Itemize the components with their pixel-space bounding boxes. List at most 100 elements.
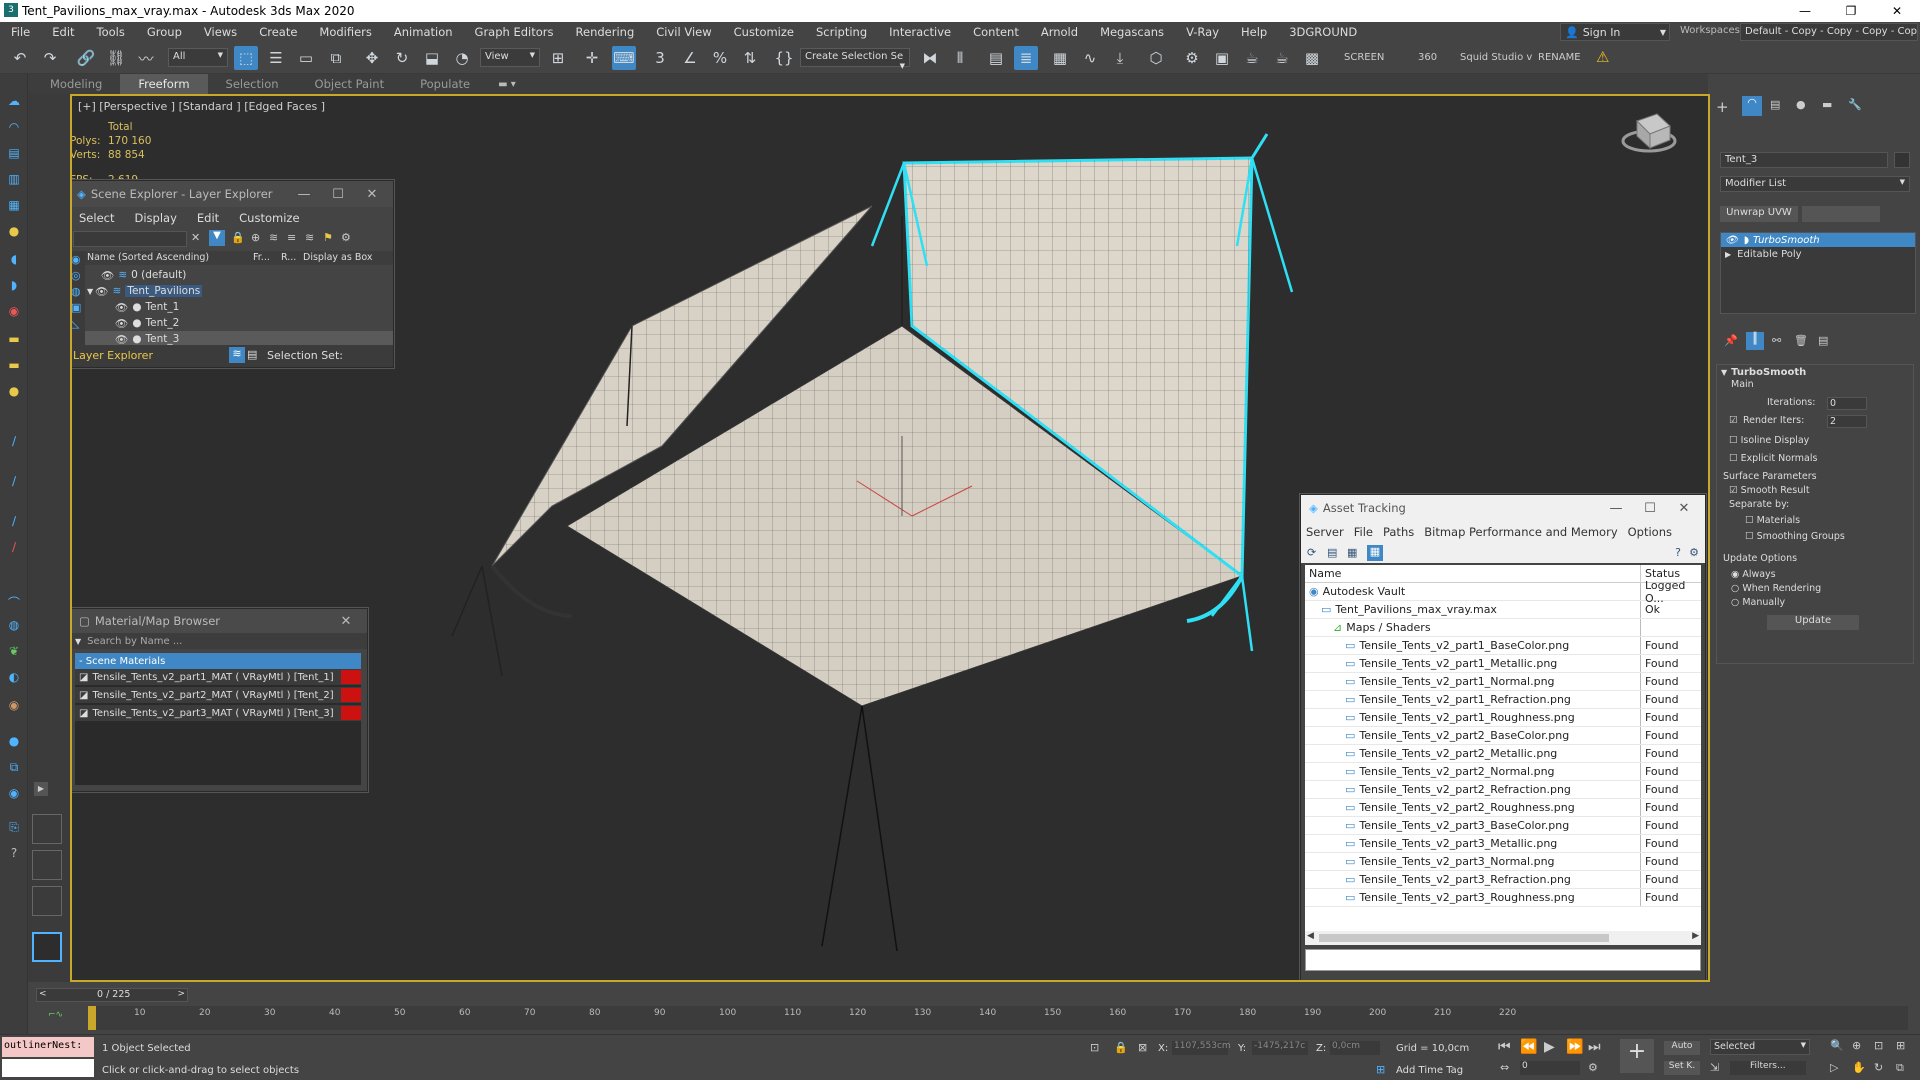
scene-explorer-header[interactable]: ◈ Scene Explorer - Layer Explorer — ☐ ✕ (72, 181, 393, 207)
layout-tab-2[interactable] (32, 850, 62, 880)
asset-path-field[interactable] (1305, 949, 1701, 971)
time-slider-next-icon[interactable]: > (177, 989, 185, 999)
select-object-icon[interactable]: ⬚ (234, 46, 258, 70)
asset-row[interactable]: ▭ Tensile_Tents_v2_part3_BaseColor.png Fou… (1305, 817, 1701, 835)
menu-server[interactable]: Server (1301, 525, 1349, 539)
spacewarp-icon[interactable]: ◗ (5, 278, 23, 296)
tool-icon-f[interactable]: ◐ (5, 670, 23, 688)
object-color-swatch[interactable] (1894, 152, 1910, 168)
eye-icon[interactable]: 👁 (115, 301, 128, 314)
pin-stack-icon[interactable]: 📌 (1724, 334, 1738, 347)
when-rendering-row[interactable]: ○ When Rendering (1731, 583, 1821, 594)
layer-stack-icon[interactable]: ≋ (269, 231, 278, 244)
menu-create[interactable]: Create (248, 25, 308, 39)
shape-icon[interactable]: ▬ (5, 358, 23, 376)
minimize-button[interactable]: — (1782, 0, 1828, 22)
rectangular-selection-icon[interactable]: ▭ (294, 46, 318, 70)
asset-tracking-header[interactable]: ◈ Asset Tracking — ☐ ✕ (1301, 495, 1705, 521)
render-iterative-icon[interactable]: ☕ (1270, 46, 1294, 70)
set-key-big-icon[interactable]: + (1620, 1039, 1654, 1073)
menu-customize[interactable]: Customize (723, 25, 805, 39)
collapse-arrow-icon[interactable]: ▼ (87, 287, 93, 296)
empty-modifier-button[interactable] (1802, 206, 1880, 222)
move-icon[interactable]: ✥ (360, 46, 384, 70)
close-button[interactable]: ✕ (325, 609, 367, 633)
select-by-name-icon[interactable]: ☰ (264, 46, 288, 70)
menu-bitmap-performance[interactable]: Bitmap Performance and Memory (1419, 525, 1622, 539)
render-icon[interactable]: ☕ (1240, 46, 1264, 70)
materials-row[interactable]: ☐ Materials (1745, 515, 1800, 526)
asset-row[interactable]: ◉ Autodesk Vault Logged O... (1305, 579, 1701, 605)
remove-modifier-icon[interactable]: 🗑 (1794, 334, 1808, 347)
pivot-icon[interactable]: ⊞ (546, 46, 570, 70)
tab-freeform[interactable]: Freeform (120, 74, 208, 94)
geometry-icon[interactable]: ▬ (5, 332, 23, 350)
explorer-icon-d[interactable]: ▣ (72, 301, 81, 314)
ribbon-toggle-icon[interactable]: ▦ (1048, 46, 1072, 70)
tool-icon-c[interactable]: ∕ (5, 514, 23, 532)
isoline-checkbox[interactable]: ☐ (1729, 435, 1738, 446)
time-slider[interactable]: < 0 / 225 > (36, 988, 188, 1002)
key-mode-toggle-icon[interactable]: ⇲ (1710, 1061, 1719, 1074)
stack-item-selected[interactable]: 👁 ◗ TurboSmooth (1721, 233, 1915, 247)
pan-icon[interactable]: ✋ (1852, 1061, 1866, 1074)
tool-icon-g[interactable]: ◉ (5, 698, 23, 716)
redo-icon[interactable]: ↷ (38, 46, 62, 70)
menu-modifiers[interactable]: Modifiers (308, 25, 383, 39)
render-iters-spinner[interactable]: 2 (1827, 415, 1867, 428)
update-button[interactable]: Update (1767, 615, 1859, 630)
percent-snap-icon[interactable]: % (708, 46, 732, 70)
absolute-mode-icon[interactable]: ⊠ (1138, 1041, 1147, 1054)
menu-rendering[interactable]: Rendering (565, 25, 646, 39)
z-coordinate-field[interactable]: 0,0cm (1330, 1041, 1380, 1055)
tree-row[interactable]: 👁 ● Tent_2 (85, 315, 393, 331)
always-radio[interactable]: ◉ (1731, 569, 1739, 580)
create-icon[interactable]: ☁ (5, 94, 23, 112)
squid-studio-button[interactable]: Squid Studio v (1460, 52, 1532, 63)
layer-toggle-icon[interactable]: ≋ (229, 347, 245, 363)
auto-key-button[interactable]: Auto (1664, 1041, 1700, 1055)
menu-display[interactable]: Display (124, 211, 186, 225)
tab-object-paint[interactable]: Object Paint (297, 74, 403, 94)
tree-row[interactable]: 👁 ● Tent_1 (85, 299, 393, 315)
go-to-end-icon[interactable]: ⏭ (1588, 1039, 1601, 1055)
material-search-input[interactable]: Search by Name ... (87, 636, 182, 647)
select-manipulate-icon[interactable]: ✛ (580, 46, 604, 70)
menu-customize[interactable]: Customize (229, 211, 309, 225)
eye-icon[interactable]: 👁 (95, 285, 108, 298)
scene-explorer-toggle-icon[interactable]: ▤ (984, 46, 1008, 70)
warning-icon[interactable]: ⚠ (1596, 48, 1609, 66)
menu-file[interactable]: File (1349, 525, 1378, 539)
menu-tools[interactable]: Tools (86, 25, 136, 39)
asset-row[interactable]: ▭ Tensile_Tents_v2_part3_Roughness.png Fou… (1305, 889, 1701, 907)
material-item[interactable]: ◪ Tensile_Tents_v2_part2_MAT ( VRayMtl ) … (75, 687, 361, 703)
undo-icon[interactable]: ↶ (8, 46, 32, 70)
layer-group-icon[interactable]: ≋ (305, 231, 314, 244)
rendered-frame-icon[interactable]: ▣ (1210, 46, 1234, 70)
filter-icon[interactable]: ▼ (209, 230, 225, 246)
system-icon[interactable]: ◉ (5, 304, 23, 322)
tool-icon-d[interactable]: ∕ (5, 540, 23, 558)
zoom-extents-icon[interactable]: ⊡ (1874, 1039, 1883, 1052)
timeline-track[interactable]: 10 20 30 40 50 60 70 80 90 100 110 120 130 140 150 160 1… (88, 1006, 1908, 1030)
add-layer-icon[interactable]: ⊕ (251, 231, 260, 244)
eye-icon[interactable]: 👁 (115, 317, 128, 330)
settings-icon[interactable]: ⚙ (341, 231, 351, 244)
close-button[interactable]: ✕ (1874, 0, 1920, 22)
menu-animation[interactable]: Animation (383, 25, 464, 39)
lock-icon[interactable]: 🔒 (231, 231, 245, 244)
asset-row[interactable]: ⊿ Maps / Shaders (1305, 619, 1701, 637)
align-icon[interactable]: ⫴ (948, 46, 972, 70)
unlink-icon[interactable]: ⛓ (104, 46, 128, 70)
menu-edit[interactable]: Edit (187, 211, 229, 225)
ribbon-options-icon[interactable]: ▬ ▾ (498, 79, 516, 90)
list-icon[interactable]: ▤ (1327, 546, 1337, 559)
layout-tab-1[interactable] (32, 814, 62, 844)
isolate-icon[interactable]: ⊡ (1090, 1041, 1099, 1054)
col-fr-header[interactable]: Fr... (253, 252, 270, 263)
screen-button[interactable]: SCREEN (1344, 52, 1384, 63)
layer-explorer-dropdown[interactable]: Layer Explorer (73, 349, 153, 362)
snaps-toggle-icon[interactable]: 3 (648, 46, 672, 70)
modify-icon[interactable]: ◠ (5, 120, 23, 138)
make-unique-icon[interactable]: ⚯ (1772, 334, 1781, 347)
